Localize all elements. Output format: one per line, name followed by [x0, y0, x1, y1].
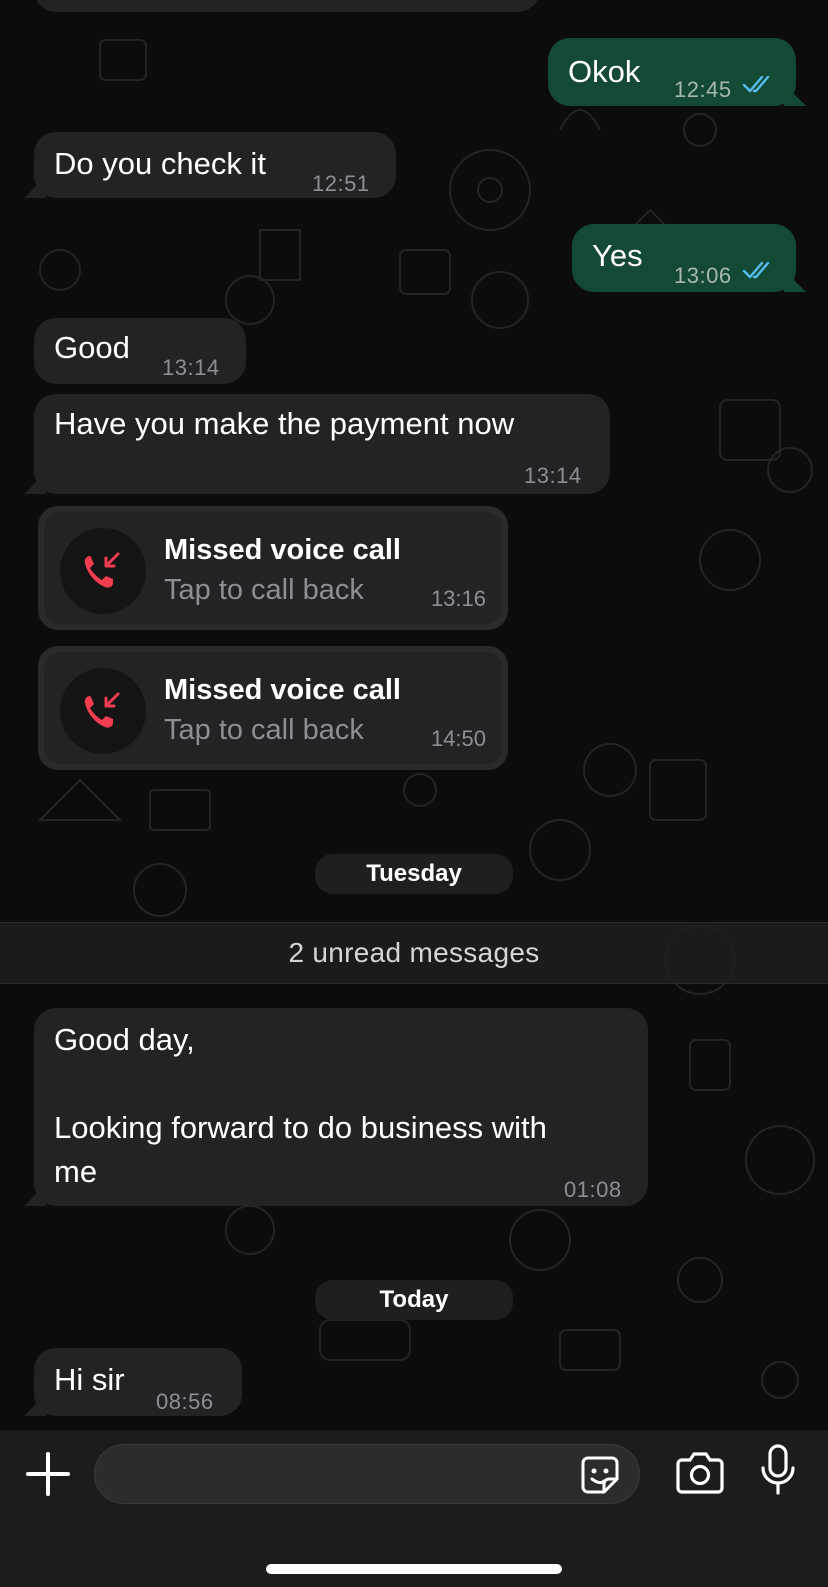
call-title: Missed voice call	[164, 534, 401, 566]
message-text-line: Good day,	[54, 1022, 195, 1057]
sticker-icon[interactable]	[579, 1454, 621, 1496]
date-divider: Tuesday	[315, 854, 513, 894]
message-time: 13:14	[162, 355, 220, 380]
message-bubble-incoming[interactable]: Do you check it 12:51	[24, 132, 396, 198]
message-time: 13:14	[524, 463, 582, 488]
message-bubble-incoming[interactable]: Good 13:14	[34, 318, 246, 384]
missed-call-icon	[84, 552, 120, 588]
message-time: 12:51	[312, 171, 370, 196]
camera-icon[interactable]	[676, 1450, 724, 1494]
chat-area[interactable]: Okok 12:45 Do you check it 12:51 Yes 13:…	[0, 0, 828, 1430]
message-text: Do you check it	[54, 146, 266, 181]
double-check-icon	[742, 261, 770, 279]
message-bubble-outgoing[interactable]: Yes 13:06	[572, 224, 806, 292]
call-title: Missed voice call	[164, 674, 401, 706]
double-check-icon	[742, 75, 770, 93]
microphone-icon[interactable]	[760, 1444, 796, 1496]
message-text: Yes	[592, 238, 643, 273]
missed-call-card[interactable]: Missed voice call Tap to call back 13:16	[38, 506, 508, 630]
message-time: 13:16	[430, 586, 486, 611]
message-time: 14:50	[430, 726, 486, 751]
missed-call-icon	[84, 692, 120, 728]
unread-messages-divider: 2 unread messages	[0, 922, 828, 984]
call-subtitle: Tap to call back	[164, 714, 364, 746]
message-text-line: me	[54, 1154, 98, 1189]
compose-bar	[0, 1430, 828, 1587]
home-indicator	[266, 1564, 562, 1574]
message-time: 13:06	[674, 263, 732, 288]
message-bubble-incoming[interactable]: Have you make the payment now 13:14	[24, 394, 610, 494]
message-time: 08:56	[156, 1389, 214, 1414]
message-input[interactable]	[117, 1445, 557, 1503]
call-subtitle: Tap to call back	[164, 574, 364, 606]
message-text: Hi sir	[54, 1362, 125, 1397]
missed-call-card[interactable]: Missed voice call Tap to call back 14:50	[38, 646, 508, 770]
message-bubble-incoming[interactable]: Good day, Looking forward to do business…	[24, 1008, 648, 1206]
message-time: 01:08	[564, 1177, 622, 1202]
plus-icon[interactable]	[24, 1450, 72, 1498]
missed-call-icon-circle	[60, 668, 146, 754]
message-time: 12:45	[674, 77, 732, 102]
missed-call-icon-circle	[60, 528, 146, 614]
partial-message-bubble[interactable]	[34, 0, 540, 12]
message-bubble-outgoing[interactable]: Okok 12:45	[548, 38, 806, 106]
message-text-line: Looking forward to do business with	[54, 1110, 547, 1145]
date-divider: Today	[315, 1280, 513, 1320]
message-bubble-incoming[interactable]: Hi sir 08:56	[24, 1348, 242, 1416]
message-text: Okok	[568, 54, 641, 89]
message-text: Good	[54, 330, 130, 365]
missed-call-content[interactable]: Missed voice call Tap to call back 13:16	[44, 512, 502, 624]
missed-call-content[interactable]: Missed voice call Tap to call back 14:50	[44, 652, 502, 764]
message-input-wrapper[interactable]	[94, 1444, 640, 1504]
message-text: Have you make the payment now	[54, 406, 515, 441]
